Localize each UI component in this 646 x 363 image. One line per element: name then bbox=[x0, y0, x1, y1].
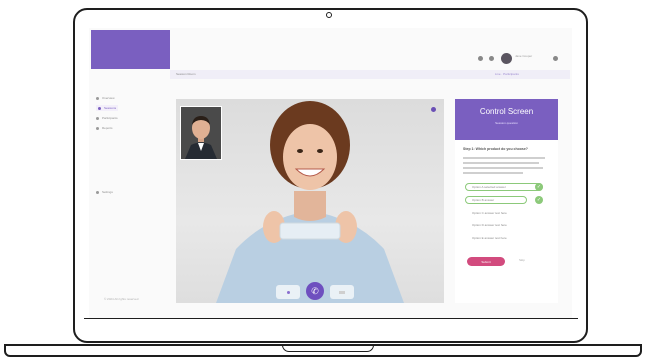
overview-icon bbox=[96, 96, 99, 100]
sidebar-footer: © 2024 All rights reserved bbox=[104, 297, 139, 301]
phone-icon: ✆ bbox=[311, 285, 319, 296]
option-label: Option E answer text here bbox=[472, 236, 507, 240]
self-view-thumbnail[interactable] bbox=[180, 106, 222, 160]
user-name[interactable]: Jane Cooper bbox=[515, 54, 532, 58]
sidebar-item-label: Overview bbox=[102, 96, 115, 100]
sidebar-item-reports[interactable]: Reports bbox=[96, 126, 113, 130]
sidebar-item-overview[interactable]: Overview bbox=[96, 96, 115, 100]
mute-button[interactable] bbox=[276, 285, 300, 299]
webcam-icon bbox=[326, 12, 332, 18]
toggle-video-button[interactable] bbox=[330, 285, 354, 299]
question-description-line bbox=[463, 157, 545, 159]
skip-link[interactable]: Skip bbox=[519, 258, 525, 262]
participants-icon bbox=[96, 116, 99, 120]
control-panel-header bbox=[455, 99, 558, 140]
avatar[interactable] bbox=[501, 53, 512, 64]
check-icon: ✓ bbox=[535, 196, 543, 204]
bell-icon[interactable] bbox=[478, 56, 483, 61]
laptop-notch bbox=[282, 344, 374, 352]
chat-icon[interactable] bbox=[489, 56, 494, 61]
option-label: Option D answer text here bbox=[472, 223, 507, 227]
reports-icon bbox=[96, 126, 99, 130]
sidebar-item-label: Sessions bbox=[104, 106, 117, 110]
question-description-line bbox=[463, 172, 523, 174]
sidebar-item-label: Participants bbox=[102, 116, 118, 120]
control-panel-title: Control Screen bbox=[479, 107, 534, 116]
option-label: Option C answer text here bbox=[472, 211, 507, 215]
sidebar-item-label: Settings bbox=[102, 190, 113, 194]
submit-button[interactable]: Submit bbox=[467, 257, 505, 266]
question-description-line bbox=[463, 162, 539, 164]
question-description-line bbox=[463, 167, 543, 169]
sidebar-item-label: Reports bbox=[102, 126, 113, 130]
option-label: Option A selected answer bbox=[472, 185, 506, 189]
self-view-video bbox=[181, 107, 221, 159]
mic-icon bbox=[286, 291, 290, 294]
camera-icon bbox=[339, 291, 345, 294]
answer-option-c[interactable]: Option C answer text here bbox=[465, 209, 543, 217]
answer-option-a[interactable]: Option A selected answer ✓ bbox=[465, 183, 543, 191]
screen-bezel bbox=[84, 318, 578, 319]
sidebar-item-participants[interactable]: Participants bbox=[96, 116, 118, 120]
sidebar-item-sessions[interactable]: Sessions bbox=[96, 105, 119, 111]
page-title: Session Room bbox=[176, 72, 196, 76]
brand-logo bbox=[91, 30, 170, 69]
option-label: Option B answer bbox=[472, 198, 495, 202]
session-status: Live · Participants bbox=[495, 72, 519, 76]
sidebar-item-settings[interactable]: Settings bbox=[96, 190, 113, 194]
answer-option-e[interactable]: Option E answer text here bbox=[465, 234, 543, 242]
end-call-button[interactable]: ✆ bbox=[306, 282, 324, 300]
settings-icon[interactable] bbox=[553, 56, 558, 61]
check-icon: ✓ bbox=[535, 183, 543, 191]
answer-option-b[interactable]: Option B answer ✓ bbox=[465, 196, 543, 204]
settings-icon bbox=[96, 190, 99, 194]
more-options-icon[interactable] bbox=[431, 107, 436, 112]
question-text: Step 1: Which product do you choose? bbox=[463, 147, 528, 151]
control-panel-subtitle: Session question bbox=[495, 121, 518, 125]
answer-option-d[interactable]: Option D answer text here bbox=[465, 221, 543, 229]
sessions-icon bbox=[98, 106, 101, 110]
